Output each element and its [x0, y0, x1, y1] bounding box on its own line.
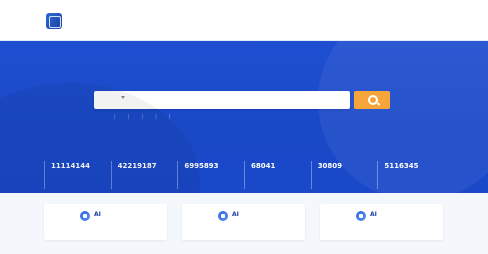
quick-link-separator: | [114, 114, 116, 120]
stat-item: 68041 [244, 161, 311, 189]
stat-item: 11114144 [44, 161, 111, 189]
stat-number: 6995893 [184, 161, 244, 172]
page: | | | | | 11114144 42219187 6995893 6804… [0, 0, 488, 254]
hero-banner: | | | | | 11114144 42219187 6995893 6804… [0, 41, 488, 193]
quick-links: | | | | | [108, 114, 176, 124]
ai-chat-icon [80, 211, 90, 221]
top-strip [0, 0, 488, 8]
stat-item: 42219187 [110, 161, 178, 189]
ai-card-title: AI [370, 211, 377, 218]
search-icon [368, 95, 378, 105]
search-input[interactable] [132, 94, 306, 108]
stat-value: 42219187 [117, 162, 157, 170]
stat-number: 5116345 [384, 161, 444, 172]
quick-link-separator: | [127, 114, 130, 120]
ai-card-title: AI [232, 211, 239, 218]
stat-number: 68041 [251, 161, 311, 172]
stat-value: 11114144 [51, 162, 90, 170]
quick-link-separator: | [155, 114, 157, 120]
stat-value: 68041 [251, 162, 276, 170]
stat-item: 30809 [310, 161, 378, 189]
ai-card-title: AI [94, 211, 101, 218]
ai-card-write[interactable]: AI [320, 204, 443, 240]
ai-cards-section: AI AI AI [0, 193, 488, 254]
stats-row: 11114144 42219187 6995893 68041 30809 51… [44, 161, 444, 189]
quick-link-separator: | [141, 114, 144, 120]
search-box [94, 91, 350, 109]
quick-link-separator: | [168, 114, 171, 120]
ai-write-icon [356, 211, 366, 221]
stat-value: 5116345 [384, 162, 419, 170]
stat-number: 30809 [318, 161, 378, 172]
ai-card-chat[interactable]: AI [44, 204, 167, 240]
header [0, 8, 488, 41]
search-button[interactable] [354, 91, 390, 109]
stat-number: 11114144 [51, 161, 111, 172]
stat-item: 6995893 [177, 161, 244, 189]
ai-read-icon [218, 211, 228, 221]
library-logo-icon[interactable] [46, 13, 62, 29]
stat-number: 42219187 [118, 161, 178, 172]
stat-item: 5116345 [377, 161, 444, 189]
stat-value: 6995893 [184, 162, 219, 170]
ai-card-read[interactable]: AI [182, 204, 305, 240]
stat-value: 30809 [317, 162, 343, 170]
chevron-down-icon[interactable] [121, 96, 125, 99]
